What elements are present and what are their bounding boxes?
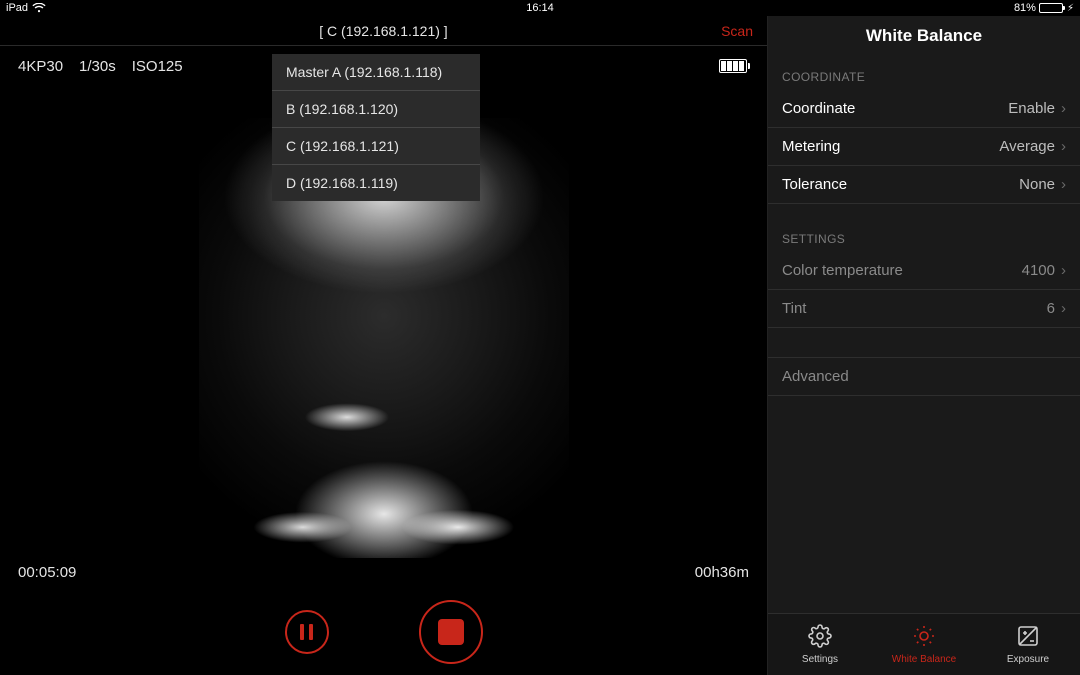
row-tolerance[interactable]: Tolerance None › xyxy=(768,166,1080,204)
camera-dropdown-item[interactable]: B (192.168.1.120) xyxy=(272,91,480,128)
row-label: Tolerance xyxy=(782,176,847,193)
tab-label: Exposure xyxy=(1007,654,1049,665)
row-value: None xyxy=(1019,176,1055,193)
row-label: Advanced xyxy=(782,368,849,385)
viewfinder-pane: [ C (192.168.1.121) ] Scan Master A (192… xyxy=(0,16,767,675)
row-label: Tint xyxy=(782,300,806,317)
section-header-settings: SETTINGS xyxy=(768,226,1080,252)
row-label: Metering xyxy=(782,138,840,155)
battery-pct: 81% xyxy=(1014,2,1036,14)
row-value: Enable xyxy=(1008,100,1055,117)
row-coordinate[interactable]: Coordinate Enable › xyxy=(768,90,1080,128)
row-value: 6 xyxy=(1047,300,1055,317)
tab-label: White Balance xyxy=(892,654,956,665)
settings-panel: White Balance COORDINATE Coordinate Enab… xyxy=(767,16,1080,675)
record-stop-button[interactable] xyxy=(419,600,483,664)
panel-title: White Balance xyxy=(768,16,1080,64)
tab-exposure[interactable]: Exposure xyxy=(976,614,1080,675)
remaining-time: 00h36m xyxy=(695,564,749,581)
exposure-icon xyxy=(1016,624,1040,651)
chevron-right-icon: › xyxy=(1061,262,1066,279)
section-header-coordinate: COORDINATE xyxy=(768,64,1080,90)
row-color-temperature[interactable]: Color temperature 4100 › xyxy=(768,252,1080,290)
stop-icon xyxy=(438,619,464,645)
chevron-right-icon: › xyxy=(1061,100,1066,117)
camera-battery-icon xyxy=(719,59,747,73)
tab-settings[interactable]: Settings xyxy=(768,614,872,675)
battery-icon xyxy=(1039,3,1063,13)
camera-header: [ C (192.168.1.121) ] Scan xyxy=(0,16,767,46)
row-label: Coordinate xyxy=(782,100,855,117)
timecode-row: 00:05:09 00h36m xyxy=(0,564,767,581)
row-advanced[interactable]: Advanced xyxy=(768,358,1080,396)
row-label: Color temperature xyxy=(782,262,903,279)
shutter-label: 1/30s xyxy=(79,58,116,75)
chevron-right-icon: › xyxy=(1061,300,1066,317)
row-tint[interactable]: Tint 6 › xyxy=(768,290,1080,328)
gear-icon xyxy=(808,624,832,651)
camera-dropdown-item[interactable]: Master A (192.168.1.118) xyxy=(272,54,480,91)
camera-dropdown: Master A (192.168.1.118) B (192.168.1.12… xyxy=(272,54,480,201)
pause-icon xyxy=(300,624,313,640)
camera-dropdown-item[interactable]: C (192.168.1.121) xyxy=(272,128,480,165)
row-metering[interactable]: Metering Average › xyxy=(768,128,1080,166)
sun-icon xyxy=(912,624,936,651)
tab-white-balance[interactable]: White Balance xyxy=(872,614,976,675)
pause-button[interactable] xyxy=(285,610,329,654)
scan-button[interactable]: Scan xyxy=(721,23,753,39)
device-name: iPad xyxy=(6,2,28,14)
resolution-label: 4KP30 xyxy=(18,58,63,75)
clock: 16:14 xyxy=(526,2,554,14)
wifi-icon xyxy=(32,3,46,13)
bottom-tabbar: Settings White Balance Exposure xyxy=(768,613,1080,675)
chevron-right-icon: › xyxy=(1061,138,1066,155)
transport-controls xyxy=(0,589,767,675)
camera-dropdown-item[interactable]: D (192.168.1.119) xyxy=(272,165,480,201)
chevron-right-icon: › xyxy=(1061,176,1066,193)
iso-label: ISO125 xyxy=(132,58,183,75)
row-value: Average xyxy=(999,138,1055,155)
status-bar: iPad 16:14 81% ⚡︎ xyxy=(0,0,1080,16)
charging-icon: ⚡︎ xyxy=(1067,3,1074,14)
tab-label: Settings xyxy=(802,654,838,665)
camera-selector[interactable]: [ C (192.168.1.121) ] xyxy=(319,23,447,39)
row-value: 4100 xyxy=(1022,262,1055,279)
elapsed-time: 00:05:09 xyxy=(18,564,76,581)
